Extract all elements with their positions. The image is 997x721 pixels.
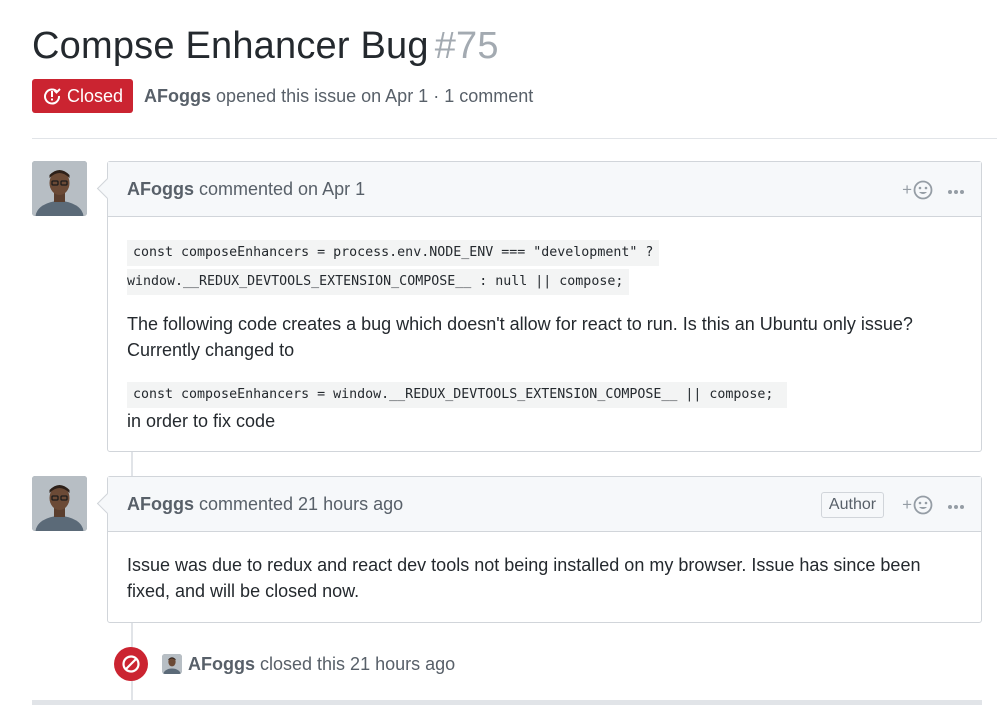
kebab-horizontal-icon — [948, 505, 964, 509]
code-block: const composeEnhancers = window.__REDUX_… — [127, 379, 962, 408]
comment-timestamp-link[interactable]: commented 21 hours ago — [199, 494, 403, 515]
avatar[interactable] — [32, 476, 87, 531]
issue-number: #75 — [434, 25, 499, 67]
smiley-icon — [913, 495, 933, 514]
code-line: const composeEnhancers = window.__REDUX_… — [127, 382, 788, 408]
event-text: AFoggs closed this 21 hours ago — [188, 654, 455, 675]
meta-text: AFoggs opened this issue on Apr 1 · 1 co… — [144, 86, 533, 107]
state-label: Closed — [67, 85, 124, 106]
comment-paragraph: Issue was due to redux and react dev too… — [127, 555, 921, 601]
state-badge: Closed — [32, 79, 134, 113]
event-badge — [114, 647, 148, 681]
add-reaction-button[interactable]: + — [902, 495, 933, 515]
avatar-image — [162, 654, 182, 674]
timeline-end-bar — [32, 700, 982, 705]
comment-actions: + — [902, 162, 965, 217]
event-avatar[interactable] — [162, 654, 182, 674]
add-reaction-button[interactable]: + — [902, 180, 933, 200]
issue-meta: Closed AFoggs opened this issue on Apr 1… — [32, 79, 533, 113]
issue-title: Compse Enhancer Bug #75 — [32, 25, 499, 68]
code-block: const composeEnhancers = process.env.NOD… — [127, 237, 962, 295]
issue-meta-detail: opened this issue on Apr 1 · 1 comment — [216, 85, 534, 106]
comment-paragraph: in order to fix code — [127, 411, 276, 431]
avatar[interactable] — [32, 161, 87, 216]
comment-author-link[interactable]: AFoggs — [127, 179, 194, 200]
circle-slash-icon — [122, 655, 140, 673]
comment-body: const composeEnhancers = process.env.NOD… — [108, 217, 981, 454]
event-author-link[interactable]: AFoggs — [188, 654, 255, 674]
comment-actions: Author + — [820, 477, 965, 532]
comment-header: AFoggs commented on Apr 1 + — [108, 162, 981, 217]
header-divider — [32, 138, 997, 139]
comment-paragraph: The following code creates a bug which d… — [127, 314, 913, 360]
avatar-image — [32, 161, 87, 216]
comment: AFoggs commented 21 hours ago Author + I… — [107, 476, 982, 623]
comment-menu-button[interactable] — [947, 494, 965, 515]
comment: AFoggs commented on Apr 1 + const compos… — [107, 161, 982, 452]
comment-header: AFoggs commented 21 hours ago Author + — [108, 477, 981, 532]
author-badge: Author — [820, 491, 885, 518]
comment-author-link[interactable]: AFoggs — [127, 494, 194, 515]
comment-body: Issue was due to redux and react dev too… — [108, 532, 981, 624]
smiley-icon — [913, 180, 933, 199]
kebab-horizontal-icon — [948, 190, 964, 194]
avatar-image — [32, 476, 87, 531]
issue-closed-icon — [44, 88, 61, 105]
closed-event: AFoggs closed this 21 hours ago — [114, 647, 455, 681]
issue-author-link[interactable]: AFoggs — [144, 86, 211, 106]
comment-menu-button[interactable] — [947, 179, 965, 200]
comment-timestamp-link[interactable]: commented on Apr 1 — [199, 179, 365, 200]
timeline-line — [131, 452, 133, 476]
code-line: window.__REDUX_DEVTOOLS_EXTENSION_COMPOS… — [127, 269, 630, 295]
event-detail: closed this 21 hours ago — [260, 653, 456, 674]
code-line: const composeEnhancers = process.env.NOD… — [127, 240, 660, 266]
issue-title-text: Compse Enhancer Bug — [32, 25, 429, 67]
